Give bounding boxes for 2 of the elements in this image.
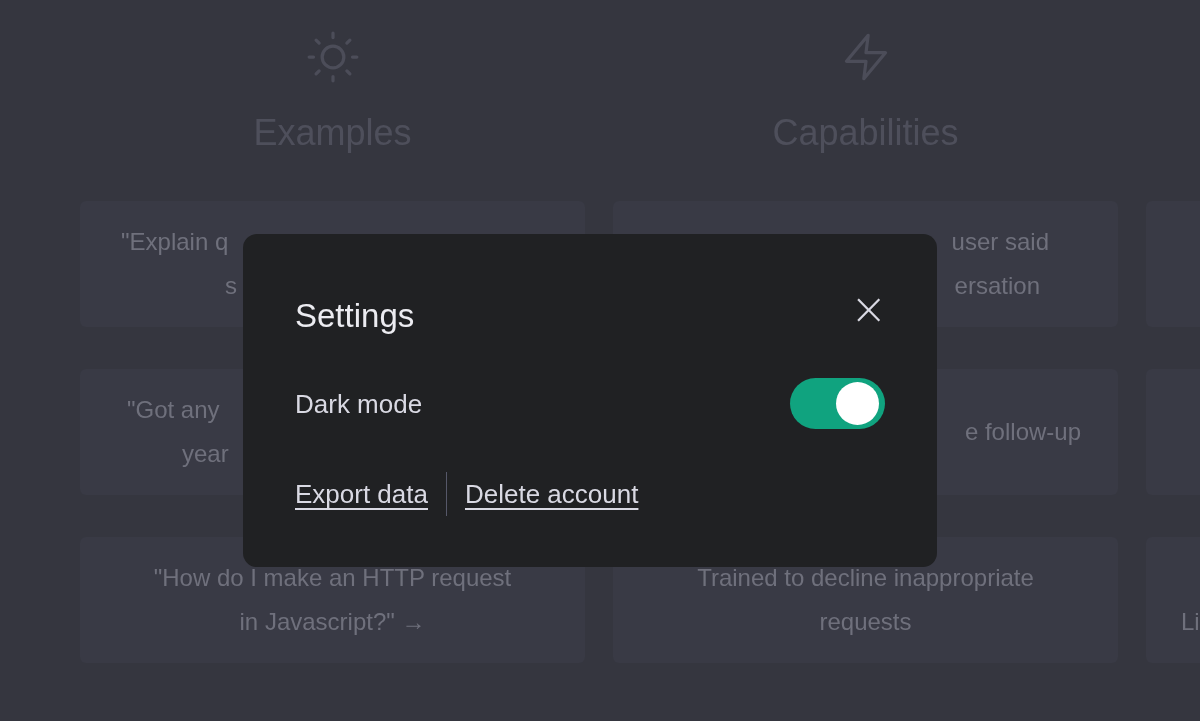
dialog-title: Settings (295, 296, 415, 336)
setting-label: Dark mode (295, 387, 423, 421)
